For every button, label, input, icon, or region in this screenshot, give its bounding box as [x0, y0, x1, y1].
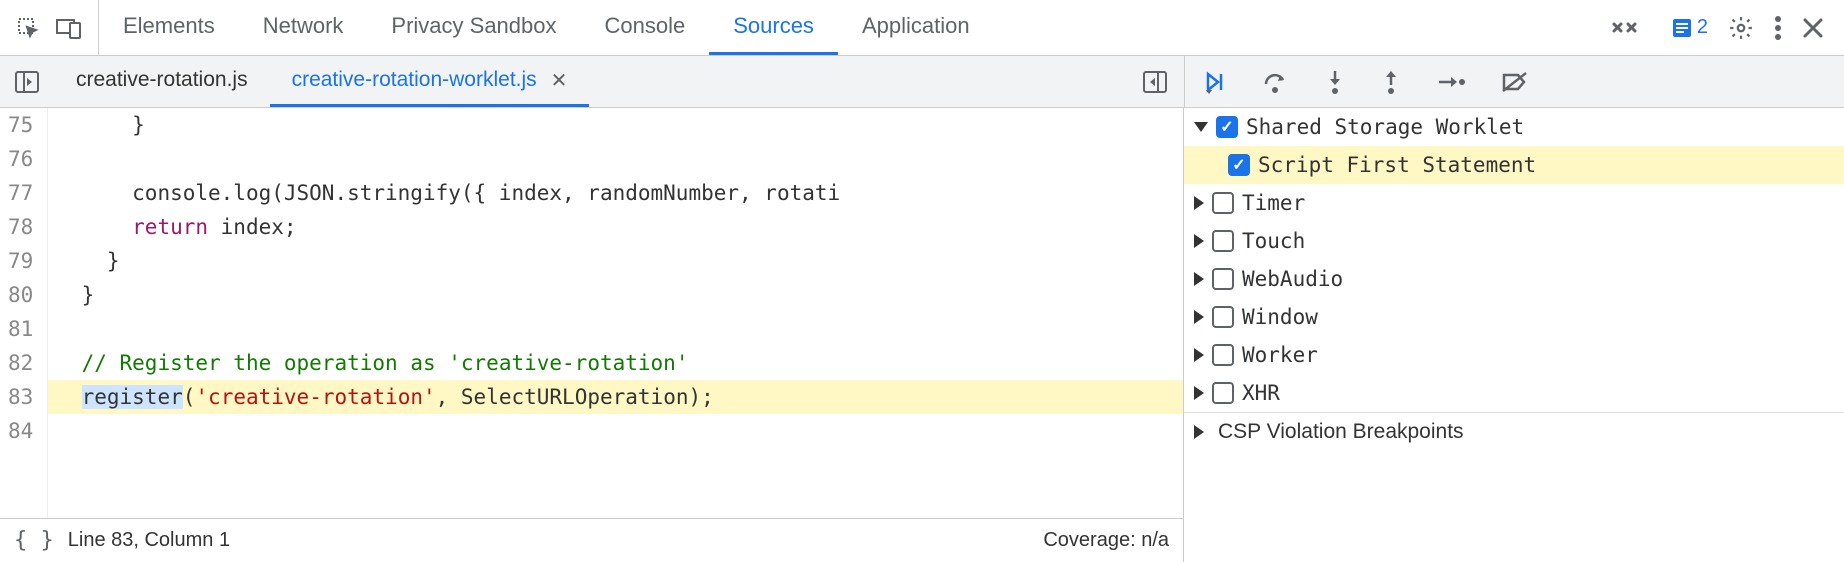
code-line[interactable]: [48, 414, 1183, 448]
breakpoint-label: Touch: [1242, 229, 1305, 253]
breakpoint-checkbox[interactable]: [1228, 154, 1250, 176]
code-line[interactable]: }: [48, 278, 1183, 312]
code-content[interactable]: } console.log(JSON.stringify({ index, ra…: [48, 108, 1183, 518]
debugger-controls-bar: [1184, 56, 1844, 108]
debugger-toggle-icon[interactable]: [1142, 69, 1168, 95]
breakpoint-checkbox[interactable]: [1212, 230, 1234, 252]
deactivate-breakpoints-icon[interactable]: [1501, 70, 1529, 94]
event-listener-breakpoints: Shared Storage Worklet Script First State…: [1184, 108, 1844, 562]
panel-tab-network[interactable]: Network: [239, 0, 368, 55]
code-line[interactable]: [48, 142, 1183, 176]
code-line[interactable]: // Register the operation as 'creative-r…: [48, 346, 1183, 380]
expand-icon[interactable]: [1194, 348, 1204, 362]
code-line[interactable]: [48, 312, 1183, 346]
panel-tab-application[interactable]: Application: [838, 0, 994, 55]
breakpoint-label: Worker: [1242, 343, 1318, 367]
pretty-print-icon[interactable]: { }: [14, 528, 54, 553]
navigator-toggle-icon[interactable]: [14, 69, 40, 95]
breakpoint-group[interactable]: Window: [1184, 298, 1844, 336]
step-into-icon[interactable]: [1325, 69, 1345, 95]
code-line[interactable]: console.log(JSON.stringify({ index, rand…: [48, 176, 1183, 210]
file-tab-label: creative-rotation.js: [76, 68, 248, 92]
step-icon[interactable]: [1437, 72, 1465, 92]
editor-pane: 75767778798081828384 } console.log(JSON.…: [0, 108, 1184, 562]
kebab-menu-icon[interactable]: [1774, 15, 1782, 41]
device-toggle-icon[interactable]: [56, 17, 82, 39]
code-line[interactable]: return index;: [48, 210, 1183, 244]
close-tab-icon[interactable]: ✕: [551, 68, 568, 93]
toolbar-left-icons: [0, 0, 99, 55]
resume-icon[interactable]: [1203, 70, 1227, 94]
expand-icon[interactable]: [1194, 386, 1204, 400]
expand-icon[interactable]: [1194, 234, 1204, 248]
breakpoint-group[interactable]: Timer: [1184, 184, 1844, 222]
panel-tab-sources[interactable]: Sources: [709, 0, 838, 55]
issues-badge[interactable]: 2: [1671, 16, 1708, 39]
breakpoint-group[interactable]: Shared Storage Worklet: [1184, 108, 1844, 146]
debugger-pane: Shared Storage Worklet Script First State…: [1184, 108, 1844, 562]
devtools-toolbar: ElementsNetworkPrivacy SandboxConsoleSou…: [0, 0, 1844, 56]
expand-icon[interactable]: [1194, 196, 1204, 210]
file-tab[interactable]: creative-rotation-worklet.js ✕: [270, 56, 590, 107]
settings-icon[interactable]: [1728, 15, 1754, 41]
inspect-icon[interactable]: [16, 16, 40, 40]
breakpoint-group[interactable]: Touch: [1184, 222, 1844, 260]
breakpoint-label: Shared Storage Worklet: [1246, 115, 1524, 139]
expand-icon[interactable]: [1194, 310, 1204, 324]
cursor-position: Line 83, Column 1: [68, 529, 230, 552]
section-label: CSP Violation Breakpoints: [1218, 420, 1464, 444]
breakpoint-label: Script First Statement: [1258, 153, 1536, 177]
code-line[interactable]: register('creative-rotation', SelectURLO…: [48, 380, 1183, 414]
expand-icon[interactable]: [1194, 425, 1204, 439]
breakpoint-checkbox[interactable]: [1212, 344, 1234, 366]
breakpoint-checkbox[interactable]: [1212, 306, 1234, 328]
collapse-icon[interactable]: [1194, 122, 1208, 132]
panel-tab-console[interactable]: Console: [581, 0, 710, 55]
file-tab[interactable]: creative-rotation.js: [54, 56, 270, 107]
expand-icon[interactable]: [1194, 272, 1204, 286]
step-out-icon[interactable]: [1381, 69, 1401, 95]
breakpoint-checkbox[interactable]: [1216, 116, 1238, 138]
coverage-status: Coverage: n/a: [1043, 529, 1169, 552]
sources-sub-toolbar: creative-rotation.js creative-rotation-wo…: [0, 56, 1184, 108]
panel-tab-privacy-sandbox[interactable]: Privacy Sandbox: [367, 0, 580, 55]
code-editor[interactable]: 75767778798081828384 } console.log(JSON.…: [0, 108, 1183, 518]
breakpoint-label: WebAudio: [1242, 267, 1343, 291]
more-tabs-icon[interactable]: [1597, 18, 1651, 38]
step-over-icon[interactable]: [1263, 70, 1289, 94]
file-tab-label: creative-rotation-worklet.js: [292, 68, 537, 92]
panel-tab-elements[interactable]: Elements: [99, 0, 239, 55]
breakpoint-group[interactable]: Worker: [1184, 336, 1844, 374]
breakpoint-group[interactable]: WebAudio: [1184, 260, 1844, 298]
panel-tabs: ElementsNetworkPrivacy SandboxConsoleSou…: [99, 0, 1597, 55]
breakpoint-label: Timer: [1242, 191, 1305, 215]
code-line[interactable]: }: [48, 108, 1183, 142]
breakpoint-checkbox[interactable]: [1212, 268, 1234, 290]
breakpoint-group[interactable]: XHR: [1184, 374, 1844, 412]
file-tabs: creative-rotation.js creative-rotation-wo…: [54, 56, 1126, 107]
line-gutter: 75767778798081828384: [0, 108, 48, 518]
toolbar-right-icons: 2: [1651, 15, 1844, 41]
code-line[interactable]: }: [48, 244, 1183, 278]
editor-status-bar: { } Line 83, Column 1 Coverage: n/a: [0, 518, 1183, 562]
breakpoint-item[interactable]: Script First Statement: [1184, 146, 1844, 184]
close-icon[interactable]: [1802, 17, 1824, 39]
breakpoint-label: XHR: [1242, 381, 1280, 405]
breakpoint-label: Window: [1242, 305, 1318, 329]
breakpoint-checkbox[interactable]: [1212, 382, 1234, 404]
breakpoint-checkbox[interactable]: [1212, 192, 1234, 214]
issues-count: 2: [1697, 16, 1708, 39]
breakpoint-section[interactable]: CSP Violation Breakpoints: [1184, 412, 1844, 450]
